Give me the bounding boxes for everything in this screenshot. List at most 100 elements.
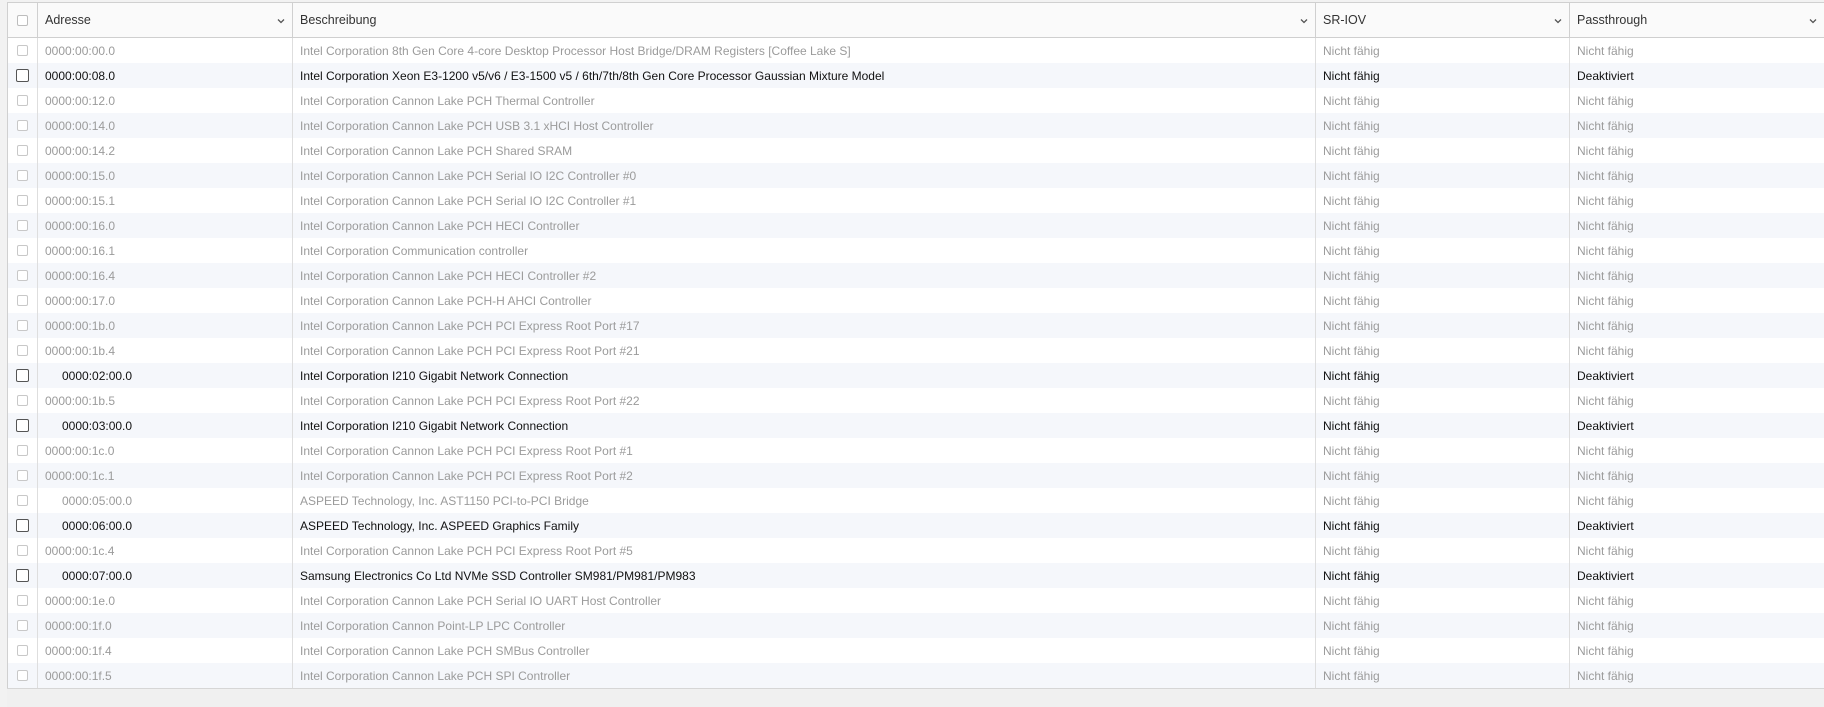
address-cell: 0000:00:1c.4 <box>38 538 293 563</box>
table-row: 0000:00:17.0 Intel Corporation Cannon Lak… <box>8 288 1824 313</box>
row-checkbox <box>17 595 28 606</box>
address-cell: 0000:00:15.0 <box>38 163 293 188</box>
sriov-cell: Nicht fähig <box>1316 463 1570 488</box>
column-header-sriov[interactable]: SR-IOV <box>1316 3 1570 37</box>
passthrough-cell: Deaktiviert <box>1577 68 1634 83</box>
sriov-cell: Nicht fähig <box>1316 413 1570 438</box>
passthrough-cell: Deaktiviert <box>1577 518 1634 533</box>
sriov-cell: Nicht fähig <box>1316 163 1570 188</box>
row-checkbox <box>17 545 28 556</box>
passthrough-cell: Nicht fähig <box>1577 243 1634 258</box>
table-header: Adresse Beschreibung SR-IOV Passthrough <box>8 3 1824 38</box>
sriov-cell: Nicht fähig <box>1316 38 1570 63</box>
table-row[interactable]: 0000:00:08.0 Intel Corporation Xeon E3-12… <box>8 63 1824 88</box>
description-cell: Intel Corporation I210 Gigabit Network C… <box>293 413 1316 438</box>
sriov-cell: Nicht fähig <box>1316 588 1570 613</box>
row-select-cell <box>8 363 38 388</box>
description-cell: Intel Corporation Cannon Lake PCH Serial… <box>293 163 1316 188</box>
row-select-cell <box>8 338 38 363</box>
select-all-column <box>8 3 38 37</box>
row-checkbox <box>17 120 28 131</box>
description-cell: ASPEED Technology, Inc. AST1150 PCI-to-P… <box>293 488 1316 513</box>
description-cell: Intel Corporation Cannon Lake PCH-H AHCI… <box>293 288 1316 313</box>
description-cell: Intel Corporation Cannon Lake PCH HECI C… <box>293 213 1316 238</box>
table-row: 0000:00:16.0 Intel Corporation Cannon Lak… <box>8 213 1824 238</box>
passthrough-cell: Nicht fähig <box>1577 493 1634 508</box>
select-all-checkbox[interactable] <box>17 14 28 26</box>
row-select-cell <box>8 538 38 563</box>
description-cell: ASPEED Technology, Inc. ASPEED Graphics … <box>293 513 1316 538</box>
address-cell: 0000:00:16.4 <box>38 263 293 288</box>
column-header-description[interactable]: Beschreibung <box>293 3 1316 37</box>
row-checkbox <box>17 320 28 331</box>
address-cell: 0000:03:00.0 <box>38 413 293 438</box>
address-cell: 0000:00:1e.0 <box>38 588 293 613</box>
table-row: 0000:00:00.0 Intel Corporation 8th Gen Co… <box>8 38 1824 63</box>
row-select-cell <box>8 38 38 63</box>
table-row[interactable]: 0000:02:00.0 Intel Corporation I210 Gigab… <box>8 363 1824 388</box>
row-select-cell <box>8 513 38 538</box>
table-row: 0000:00:1c.1 Intel Corporation Cannon Lak… <box>8 463 1824 488</box>
row-checkbox <box>17 220 28 231</box>
row-checkbox <box>17 270 28 281</box>
description-cell: Intel Corporation Cannon Lake PCH PCI Ex… <box>293 388 1316 413</box>
chevron-down-icon[interactable] <box>1808 16 1818 26</box>
passthrough-cell: Nicht fähig <box>1577 543 1634 558</box>
sriov-cell: Nicht fähig <box>1316 88 1570 113</box>
sriov-cell: Nicht fähig <box>1316 638 1570 663</box>
table-row: 0000:00:1c.0 Intel Corporation Cannon Lak… <box>8 438 1824 463</box>
row-select-cell <box>8 188 38 213</box>
sriov-cell: Nicht fähig <box>1316 488 1570 513</box>
sriov-cell: Nicht fähig <box>1316 263 1570 288</box>
row-checkbox[interactable] <box>16 369 29 382</box>
row-checkbox <box>17 245 28 256</box>
row-checkbox <box>17 495 28 506</box>
address-cell: 0000:00:1b.4 <box>38 338 293 363</box>
sriov-cell: Nicht fähig <box>1316 613 1570 638</box>
table-row: 0000:00:16.4 Intel Corporation Cannon Lak… <box>8 263 1824 288</box>
address-cell: 0000:07:00.0 <box>38 563 293 588</box>
address-cell: 0000:00:1f.4 <box>38 638 293 663</box>
passthrough-cell: Nicht fähig <box>1577 318 1634 333</box>
row-select-cell <box>8 163 38 188</box>
address-cell: 0000:00:1b.0 <box>38 313 293 338</box>
column-header-passthrough[interactable]: Passthrough <box>1570 3 1824 37</box>
description-cell: Intel Corporation Cannon Lake PCH PCI Ex… <box>293 438 1316 463</box>
row-checkbox[interactable] <box>16 569 29 582</box>
table-row[interactable]: 0000:03:00.0 Intel Corporation I210 Gigab… <box>8 413 1824 438</box>
column-header-address[interactable]: Adresse <box>38 3 293 37</box>
row-checkbox[interactable] <box>16 69 29 82</box>
row-select-cell <box>8 238 38 263</box>
address-cell: 0000:00:1f.5 <box>38 663 293 688</box>
chevron-down-icon[interactable] <box>1553 16 1563 26</box>
table-footer <box>7 688 1824 707</box>
row-select-cell <box>8 288 38 313</box>
row-select-cell <box>8 413 38 438</box>
row-checkbox <box>17 345 28 356</box>
table-row: 0000:00:1b.5 Intel Corporation Cannon Lak… <box>8 388 1824 413</box>
passthrough-cell: Deaktiviert <box>1577 568 1634 583</box>
chevron-down-icon[interactable] <box>276 16 286 26</box>
address-cell: 0000:00:16.1 <box>38 238 293 263</box>
table-row: 0000:00:1c.4 Intel Corporation Cannon Lak… <box>8 538 1824 563</box>
description-cell: Intel Corporation Cannon Lake PCH PCI Ex… <box>293 338 1316 363</box>
sriov-cell: Nicht fähig <box>1316 288 1570 313</box>
sriov-cell: Nicht fähig <box>1316 113 1570 138</box>
table-row: 0000:00:1e.0 Intel Corporation Cannon Lak… <box>8 588 1824 613</box>
row-select-cell <box>8 313 38 338</box>
row-select-cell <box>8 638 38 663</box>
table-row[interactable]: 0000:07:00.0 Samsung Electronics Co Ltd N… <box>8 563 1824 588</box>
passthrough-cell: Nicht fähig <box>1577 193 1634 208</box>
table-row[interactable]: 0000:06:00.0 ASPEED Technology, Inc. ASPE… <box>8 513 1824 538</box>
table-row: 0000:00:1f.4 Intel Corporation Cannon Lak… <box>8 638 1824 663</box>
description-cell: Intel Corporation Cannon Lake PCH Serial… <box>293 588 1316 613</box>
row-checkbox[interactable] <box>16 519 29 532</box>
sriov-cell: Nicht fähig <box>1316 388 1570 413</box>
row-checkbox[interactable] <box>16 419 29 432</box>
row-select-cell <box>8 88 38 113</box>
row-checkbox <box>17 645 28 656</box>
row-select-cell <box>8 138 38 163</box>
row-checkbox <box>17 445 28 456</box>
description-cell: Intel Corporation Cannon Lake PCH PCI Ex… <box>293 463 1316 488</box>
chevron-down-icon[interactable] <box>1299 16 1309 26</box>
